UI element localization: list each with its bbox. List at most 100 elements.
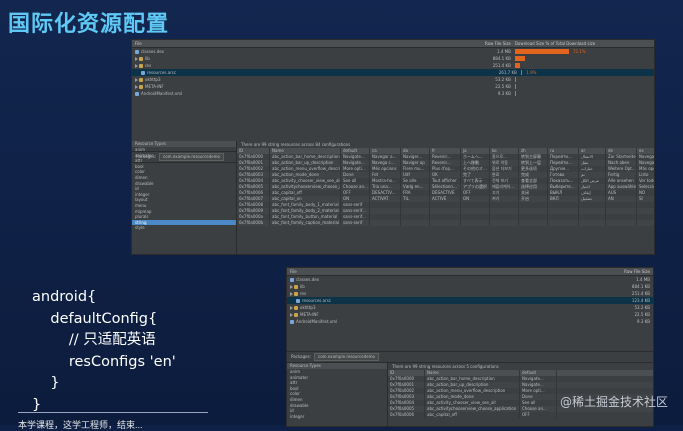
file-table-header: File Raw File Size: [287, 268, 653, 276]
apk-analyzer-panel-top: File Raw File Size Download Size % of To…: [131, 39, 655, 255]
file-name-cell: resources.arsc: [132, 69, 444, 76]
file-icon: [135, 92, 139, 96]
file-row[interactable]: resources.arsc 261.7 KB1.9%: [132, 69, 654, 76]
expand-arrow-icon[interactable]: [135, 78, 138, 82]
file-row[interactable]: META-INF22.5 KB: [287, 311, 653, 318]
file-size: 884.1 KB: [438, 55, 511, 62]
file-row[interactable]: META-INF 22.5 KB: [132, 83, 654, 90]
slide-title: 国际化资源配置: [8, 6, 169, 38]
size-bar: [515, 63, 520, 68]
file-row[interactable]: resources.arsc123.4 KB: [287, 297, 653, 304]
folder-icon: [139, 78, 143, 82]
file-name-cell: lib: [132, 55, 438, 62]
expand-arrow-icon[interactable]: [135, 64, 138, 68]
resource-summary: There are 99 string resources across 84 …: [237, 141, 654, 148]
file-name: lib: [300, 283, 305, 290]
download-size-cell: 1.9%: [517, 69, 654, 76]
col-download-size[interactable]: Download Size % of Total Download size: [511, 40, 654, 47]
col-file[interactable]: File: [132, 40, 438, 47]
folder-icon: [139, 64, 143, 68]
resource-type-item[interactable]: style: [132, 225, 236, 231]
expand-arrow-icon[interactable]: [135, 57, 138, 61]
file-name: res: [145, 62, 151, 69]
col-raw-size[interactable]: Raw File Size: [438, 40, 511, 47]
file-name-cell: resources.arsc: [287, 297, 581, 304]
table-cell: [490, 220, 519, 226]
expand-arrow-icon[interactable]: [290, 292, 293, 296]
file-name-cell: AndroidManifest.xml: [132, 90, 438, 97]
file-size: 261.7 KB: [444, 69, 517, 76]
packages-label: Packages:: [291, 352, 311, 362]
code-line: android{: [32, 287, 176, 309]
file-row[interactable]: res251.4 KB: [132, 62, 654, 69]
code-snippet: android{ defaultConfig{ // 只适配英语 resConf…: [32, 287, 176, 416]
download-size-cell: [511, 83, 654, 90]
file-name-cell: META-INF: [287, 311, 575, 318]
file-size: 123.4 KB: [581, 297, 653, 304]
file-size: 251.4 KB: [575, 290, 653, 297]
download-size-cell: [511, 55, 654, 62]
table-cell: 0x7f0a000b: [237, 220, 270, 226]
folder-icon: [294, 306, 298, 310]
size-bar: [515, 77, 516, 82]
code-comment: // 只适配英语: [32, 330, 176, 352]
table-cell: 0x7f0a0006: [388, 412, 425, 418]
file-icon: [141, 71, 145, 75]
folder-icon: [294, 313, 298, 317]
file-name: AndroidManifest.xml: [141, 90, 182, 97]
file-row[interactable]: okhttp353.2 KB: [287, 304, 653, 311]
file-size: 53.2 KB: [438, 76, 511, 83]
folder-icon: [294, 285, 298, 289]
table-cell: sans-serif: [341, 220, 370, 226]
file-icon: [135, 50, 139, 54]
file-row[interactable]: lib 884.1 KB: [287, 283, 653, 290]
file-row[interactable]: okhttp3 53.2 KB: [132, 76, 654, 83]
table-cell: [370, 220, 401, 226]
table-cell: abc_font_family_caption_material: [270, 220, 341, 226]
download-size-cell: [511, 76, 654, 83]
file-name: lib: [145, 55, 150, 62]
table-cell: [461, 220, 490, 226]
file-name-cell: AndroidManifest.xml: [287, 318, 575, 325]
file-name: AndroidManifest.xml: [296, 318, 337, 325]
file-size: 22.5 KB: [438, 83, 511, 90]
file-name-cell: META-INF: [132, 83, 438, 90]
file-row[interactable]: AndroidManifest.xml9.3 KB: [132, 90, 654, 97]
table-cell: [606, 220, 637, 226]
expand-arrow-icon[interactable]: [135, 85, 138, 89]
code-line: }: [32, 373, 176, 395]
table-cell: abc_capital_off: [425, 412, 520, 418]
resource-type-item[interactable]: integer: [287, 414, 387, 420]
table-row[interactable]: 0x7f0a0006abc_capital_offOFF: [388, 412, 653, 418]
code-line: resConfigs 'en': [32, 352, 176, 374]
file-size: 884.1 KB: [575, 283, 653, 290]
expand-arrow-icon[interactable]: [290, 306, 293, 310]
table-row[interactable]: 0x7f0a000babc_font_family_caption_materi…: [237, 220, 654, 226]
file-row[interactable]: classes.dex 1.4 MB: [287, 276, 653, 283]
file-size: 22.5 KB: [575, 311, 653, 318]
file-row[interactable]: classes.dex1.4 MB72.1%: [132, 48, 654, 55]
size-bar: [515, 56, 526, 61]
file-name: classes.dex: [296, 276, 319, 283]
file-row[interactable]: AndroidManifest.xml9.3 KB: [287, 318, 653, 325]
file-row[interactable]: lib 884.1 KB: [132, 55, 654, 62]
expand-arrow-icon[interactable]: [290, 313, 293, 317]
file-name: res: [300, 290, 306, 297]
size-bar: [515, 49, 569, 54]
download-size-cell: [511, 90, 654, 97]
file-name: resources.arsc: [147, 69, 176, 76]
file-name: META-INF: [145, 83, 164, 90]
table-cell: OFF: [520, 412, 557, 418]
col-file[interactable]: File: [287, 268, 575, 275]
col-raw-size[interactable]: Raw File Size: [575, 268, 653, 275]
file-row[interactable]: res 251.4 KB: [287, 290, 653, 297]
file-size: 1.4 MB: [575, 276, 653, 283]
file-name: okhttp3: [145, 76, 161, 83]
folder-icon: [139, 85, 143, 89]
folder-icon: [139, 57, 143, 61]
packages-dropdown[interactable]: com.example.resourcedemo: [314, 353, 379, 361]
file-tree-spacer: [287, 325, 653, 351]
expand-arrow-icon[interactable]: [290, 285, 293, 289]
resource-table: There are 99 string resources across 84 …: [237, 141, 654, 254]
divider-line: [18, 412, 208, 413]
